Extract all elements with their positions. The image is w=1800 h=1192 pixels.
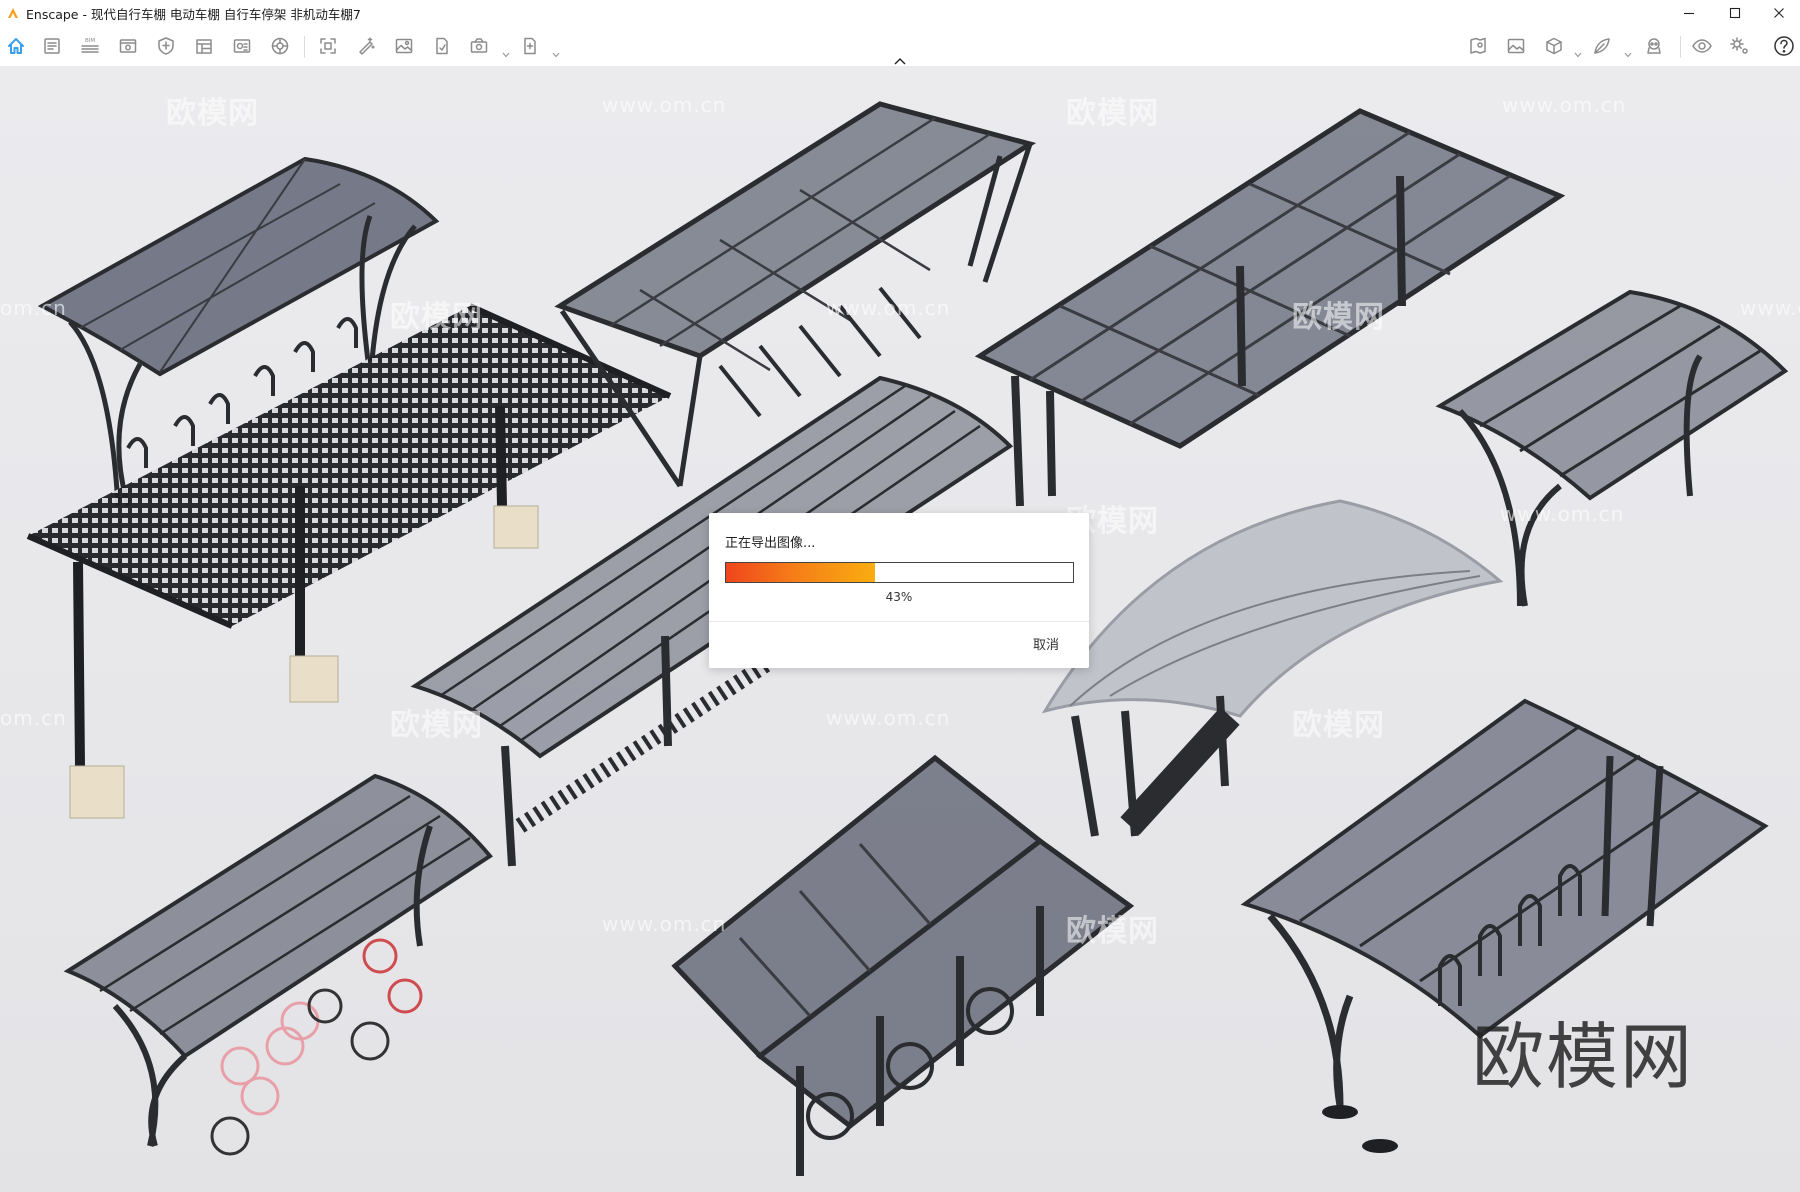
sketch-icon <box>359 37 375 55</box>
cancel-button[interactable]: 取消 <box>1033 634 1059 653</box>
export-progress-fill <box>726 563 876 582</box>
minimize-icon <box>1684 12 1694 15</box>
sketch-button[interactable] <box>352 32 380 60</box>
orbit-button[interactable] <box>314 32 342 60</box>
layers-icon <box>196 39 212 54</box>
help-button[interactable] <box>1770 32 1798 60</box>
shelter-pergola <box>26 303 672 819</box>
image-icon <box>1507 38 1525 54</box>
enscape-window: Enscape - 现代自行车棚 电动车棚 自行车停架 非机动车棚7 BIM 欧… <box>0 0 1800 1192</box>
assets-icon <box>158 37 174 55</box>
file-export-dropdown-icon[interactable] <box>552 43 560 58</box>
image-button[interactable] <box>1502 32 1530 60</box>
watermark-large-text: 欧模网 <box>1472 1015 1695 1099</box>
toolbar-separator <box>304 36 305 58</box>
map-icon <box>1470 37 1486 54</box>
dialog-divider <box>709 621 1089 622</box>
box-icon <box>1546 37 1562 55</box>
svg-text:BIM: BIM <box>85 38 95 44</box>
batch-render-dropdown-icon[interactable] <box>502 43 510 58</box>
vr-icon <box>1647 38 1661 54</box>
collapse-toolbar-button[interactable] <box>892 52 908 65</box>
shelter-curved-e <box>1435 289 1789 607</box>
settings-icon <box>1730 37 1748 54</box>
toolbar-separator <box>1680 36 1681 58</box>
views-icon <box>119 39 137 53</box>
eye-icon <box>1692 39 1712 53</box>
window-title: Enscape - 现代自行车棚 电动车棚 自行车停架 非机动车棚7 <box>26 6 361 22</box>
help-icon <box>1774 36 1794 56</box>
home-button[interactable] <box>2 32 30 60</box>
export-panorama-icon <box>233 39 251 53</box>
title-bar: Enscape - 现代自行车棚 电动车棚 自行车停架 非机动车棚7 <box>0 0 1800 26</box>
leaf-button[interactable] <box>1588 32 1616 60</box>
maximize-icon <box>1729 7 1741 19</box>
sun-button[interactable] <box>390 32 418 60</box>
views-button[interactable] <box>114 32 142 60</box>
image-export-button[interactable] <box>428 32 456 60</box>
maximize-button[interactable] <box>1712 0 1758 26</box>
home-icon <box>8 38 24 54</box>
leaf-dropdown-icon[interactable] <box>1624 43 1632 58</box>
material-button[interactable] <box>266 32 294 60</box>
export-dialog-title: 正在导出图像... <box>725 536 816 551</box>
visibility-button[interactable] <box>1688 32 1716 60</box>
leaf-icon <box>1594 38 1610 54</box>
bim-icon: BIM <box>81 38 99 53</box>
map-button[interactable] <box>1464 32 1492 60</box>
file-export-icon <box>524 37 536 55</box>
export-progress-percent: 43% <box>885 590 913 604</box>
material-icon <box>271 37 289 55</box>
assets-button[interactable] <box>152 32 180 60</box>
enscape-logo-icon <box>8 8 18 18</box>
file-export-button[interactable] <box>516 32 544 60</box>
layers-button[interactable] <box>190 32 218 60</box>
settings-button[interactable] <box>1726 32 1754 60</box>
image-gallery-icon <box>395 38 413 54</box>
shelter-double-flat <box>671 754 1135 1176</box>
close-icon <box>1774 8 1784 18</box>
shelter-flat-glass-c <box>974 108 1566 507</box>
batch-render-icon <box>470 38 488 53</box>
box-button[interactable] <box>1540 32 1568 60</box>
export-progress-bar <box>725 562 1074 583</box>
orbit-icon <box>320 38 336 54</box>
box-dropdown-icon[interactable] <box>1574 43 1582 58</box>
export-panorama-button[interactable] <box>228 32 256 60</box>
screenshot-list-button[interactable] <box>38 32 66 60</box>
image-export-icon <box>436 37 448 55</box>
bim-button[interactable]: BIM <box>76 32 104 60</box>
shelter-with-bikes <box>63 773 493 1156</box>
close-button[interactable] <box>1756 0 1800 26</box>
vr-button[interactable] <box>1640 32 1668 60</box>
batch-render-button[interactable] <box>466 32 494 60</box>
export-progress-dialog: 正在导出图像... 43% 取消 <box>709 513 1089 668</box>
minimize-button[interactable] <box>1666 0 1712 26</box>
screenshot-list-icon <box>44 38 60 54</box>
